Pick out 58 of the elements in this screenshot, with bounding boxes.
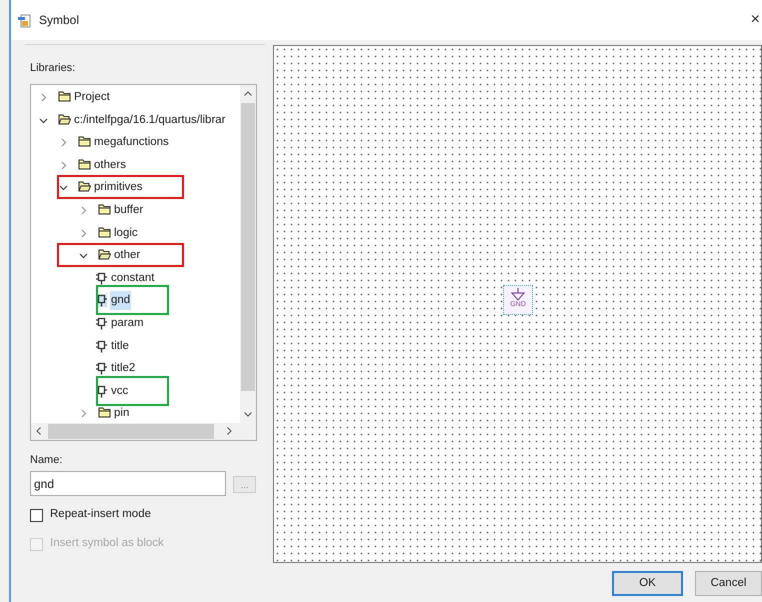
tree-item[interactable]: pin [113,404,130,424]
collapse-chevron-icon[interactable] [39,116,48,125]
scroll-up-icon[interactable] [244,91,252,96]
open-folder-icon [98,249,111,260]
ground-icon [511,288,525,301]
dialog-button[interactable]: Cancel [695,571,762,596]
tree-item[interactable]: Project [73,88,111,107]
symbol-icon [96,384,107,398]
app-icon [18,12,31,28]
symbol-icon [96,272,107,285]
window-title: Symbol [39,12,80,29]
tree-item[interactable]: megafunctions [93,133,170,152]
tree-item[interactable]: primitives [93,178,144,198]
expand-chevron-icon[interactable] [59,160,68,170]
folder-icon [58,91,71,102]
expand-chevron-icon[interactable] [79,228,88,238]
scroll-right-icon[interactable] [227,427,232,435]
folder-icon [78,158,91,170]
folder-icon [98,407,111,418]
tree-item[interactable]: gnd [110,291,132,310]
tree-item[interactable]: title [110,336,130,356]
scroll-down-icon[interactable] [244,412,252,417]
close-button[interactable]: × [750,8,760,32]
tree-item[interactable]: logic [113,224,139,243]
symbol-icon [96,340,107,353]
scrollbar-thumb[interactable] [48,424,214,439]
name-label: Name: [30,453,62,468]
collapse-chevron-icon[interactable] [79,251,88,260]
tree-item[interactable]: other [113,246,142,266]
checkbox[interactable] [30,508,43,522]
expand-chevron-icon[interactable] [79,206,88,215]
folder-icon [98,226,111,238]
tree-item[interactable]: title2 [110,359,136,378]
collapse-chevron-icon[interactable] [59,183,68,192]
symbol-icon [96,362,107,376]
horizontal-scrollbar[interactable] [31,423,256,440]
checkbox-label: Insert symbol as block [50,536,164,552]
scrollbar-thumb[interactable] [241,103,255,391]
scroll-left-icon[interactable] [36,427,41,435]
open-folder-icon [58,114,71,125]
dialog-button[interactable]: OK [612,571,683,596]
expand-chevron-icon[interactable] [39,93,48,102]
libraries-label: Libraries: [30,61,76,76]
tree-item[interactable]: vcc [110,382,130,401]
tree-item[interactable]: constant [110,268,156,288]
open-folder-icon [78,181,91,192]
vertical-scrollbar[interactable] [240,85,256,423]
tree-item[interactable]: buffer [113,201,144,220]
name-field[interactable]: gnd [30,471,226,496]
tree-item[interactable]: others [93,156,127,175]
checkbox-label: Repeat-insert mode [50,507,151,522]
folder-icon [98,204,111,215]
symbol-icon [96,317,107,330]
tree-item[interactable]: c:/intelfpga/16.1/quartus/librar [73,110,227,130]
expand-chevron-icon[interactable] [79,409,88,418]
folder-icon [78,136,91,148]
tree-item[interactable]: param [110,314,145,333]
expand-chevron-icon[interactable] [59,138,68,148]
